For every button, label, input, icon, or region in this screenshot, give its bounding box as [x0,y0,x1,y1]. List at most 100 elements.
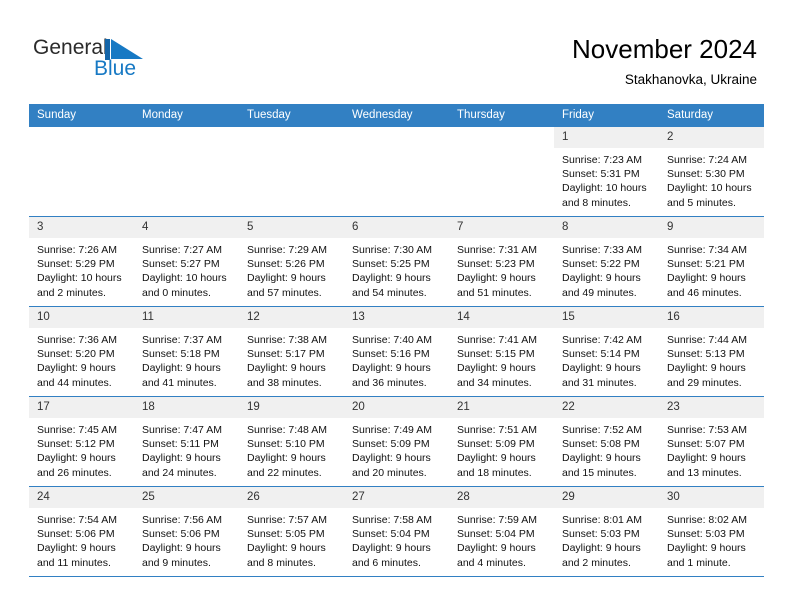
calendar-day-cell[interactable]: 29 Sunrise: 8:01 AM Sunset: 5:03 PM Dayligh… [554,486,659,577]
day-number: 18 [134,397,239,418]
day-number: 19 [239,397,344,418]
daylight-duration-line2: and 0 minutes. [142,286,211,299]
calendar-day-cell[interactable]: 22 Sunrise: 7:52 AM Sunset: 5:08 PM Dayligh… [554,396,659,487]
day-sun-info: Sunrise: 7:36 AM Sunset: 5:20 PM Daylight:… [29,328,134,390]
day-sun-info: Sunrise: 7:31 AM Sunset: 5:23 PM Daylight:… [449,238,554,300]
calendar-day-cell[interactable]: 2 Sunrise: 7:24 AM Sunset: 5:30 PM Daylight… [659,127,764,217]
day-number: 5 [239,217,344,238]
brand-name-blue: Blue [94,57,137,80]
daylight-duration-line2: and 4 minutes. [457,556,526,569]
page-subtitle: Stakhanovka, Ukraine [624,72,757,87]
calendar-day-cell[interactable]: 6 Sunrise: 7:30 AM Sunset: 5:25 PM Daylight… [344,216,449,307]
calendar-day-cell[interactable]: 23 Sunrise: 7:53 AM Sunset: 5:07 PM Dayligh… [659,396,764,487]
daylight-duration-line1: Daylight: 10 hours [562,182,647,195]
day-sun-info: Sunrise: 7:51 AM Sunset: 5:09 PM Daylight:… [449,418,554,480]
calendar-day-cell[interactable]: 10 Sunrise: 7:36 AM Sunset: 5:20 PM Dayligh… [29,306,134,397]
weekday-header-wednesday: Wednesday [344,104,449,127]
calendar-day-cell[interactable]: 26 Sunrise: 7:57 AM Sunset: 5:05 PM Dayligh… [239,486,344,577]
calendar-body: 1 Sunrise: 7:23 AM Sunset: 5:31 PM Daylight… [29,127,764,577]
daylight-duration-line1: Daylight: 9 hours [352,542,431,555]
day-sun-info: Sunrise: 7:37 AM Sunset: 5:18 PM Daylight:… [134,328,239,390]
sunrise-time: Sunrise: 7:53 AM [667,424,747,436]
sunrise-time: Sunrise: 7:24 AM [667,154,747,166]
calendar-day-cell[interactable]: 9 Sunrise: 7:34 AM Sunset: 5:21 PM Daylight… [659,216,764,307]
day-sun-info: Sunrise: 7:38 AM Sunset: 5:17 PM Daylight:… [239,328,344,390]
day-number: 6 [344,217,449,238]
calendar-day-cell[interactable]: 28 Sunrise: 7:59 AM Sunset: 5:04 PM Dayligh… [449,486,554,577]
sunrise-time: Sunrise: 7:31 AM [457,244,537,256]
calendar-day-cell[interactable]: 27 Sunrise: 7:58 AM Sunset: 5:04 PM Dayligh… [344,486,449,577]
sunrise-time: Sunrise: 7:40 AM [352,334,432,346]
day-number: 16 [659,307,764,328]
calendar-day-cell[interactable]: 24 Sunrise: 7:54 AM Sunset: 5:06 PM Dayligh… [29,486,134,577]
day-number: 4 [134,217,239,238]
day-sun-info: Sunrise: 7:58 AM Sunset: 5:04 PM Daylight:… [344,508,449,570]
daylight-duration-line2: and 8 minutes. [247,556,316,569]
calendar-day-cell[interactable]: 12 Sunrise: 7:38 AM Sunset: 5:17 PM Dayligh… [239,306,344,397]
weekday-header-friday: Friday [554,104,659,127]
sunset-time: Sunset: 5:18 PM [142,348,220,361]
calendar-day-cell[interactable]: 17 Sunrise: 7:45 AM Sunset: 5:12 PM Dayligh… [29,396,134,487]
daylight-duration-line1: Daylight: 9 hours [667,452,746,465]
sunset-time: Sunset: 5:03 PM [562,528,640,541]
daylight-duration-line1: Daylight: 9 hours [457,272,536,285]
daylight-duration-line1: Daylight: 9 hours [457,542,536,555]
calendar-day-cell[interactable]: 25 Sunrise: 7:56 AM Sunset: 5:06 PM Dayligh… [134,486,239,577]
weekday-header-thursday: Thursday [449,104,554,127]
daylight-duration-line2: and 13 minutes. [667,466,742,479]
calendar-day-cell[interactable]: 30 Sunrise: 8:02 AM Sunset: 5:03 PM Dayligh… [659,486,764,577]
sunset-time: Sunset: 5:12 PM [37,438,115,451]
day-sun-info: Sunrise: 7:27 AM Sunset: 5:27 PM Daylight:… [134,238,239,300]
daylight-duration-line2: and 6 minutes. [352,556,421,569]
sunrise-time: Sunrise: 7:57 AM [247,514,327,526]
calendar-day-cell[interactable]: 7 Sunrise: 7:31 AM Sunset: 5:23 PM Daylight… [449,216,554,307]
sunrise-time: Sunrise: 7:37 AM [142,334,222,346]
daylight-duration-line1: Daylight: 9 hours [667,362,746,375]
day-number: 9 [659,217,764,238]
day-number: 12 [239,307,344,328]
sunset-time: Sunset: 5:04 PM [352,528,430,541]
calendar-day-cell[interactable]: 20 Sunrise: 7:49 AM Sunset: 5:09 PM Dayligh… [344,396,449,487]
calendar-day-cell[interactable]: 1 Sunrise: 7:23 AM Sunset: 5:31 PM Daylight… [554,127,659,217]
daylight-duration-line2: and 46 minutes. [667,286,742,299]
sunrise-time: Sunrise: 7:44 AM [667,334,747,346]
daylight-duration-line1: Daylight: 9 hours [352,362,431,375]
day-number: 17 [29,397,134,418]
calendar-day-cell[interactable]: 18 Sunrise: 7:47 AM Sunset: 5:11 PM Dayligh… [134,396,239,487]
daylight-duration-line1: Daylight: 9 hours [667,272,746,285]
calendar-day-cell[interactable]: 19 Sunrise: 7:48 AM Sunset: 5:10 PM Dayligh… [239,396,344,487]
calendar-day-cell[interactable]: 21 Sunrise: 7:51 AM Sunset: 5:09 PM Dayligh… [449,396,554,487]
calendar-day-cell[interactable]: 4 Sunrise: 7:27 AM Sunset: 5:27 PM Daylight… [134,216,239,307]
daylight-duration-line2: and 22 minutes. [247,466,322,479]
sunset-time: Sunset: 5:29 PM [37,258,115,271]
sunset-time: Sunset: 5:06 PM [37,528,115,541]
calendar-day-cell[interactable]: 14 Sunrise: 7:41 AM Sunset: 5:15 PM Dayligh… [449,306,554,397]
sunrise-time: Sunrise: 8:02 AM [667,514,747,526]
calendar-day-cell[interactable]: 11 Sunrise: 7:37 AM Sunset: 5:18 PM Dayligh… [134,306,239,397]
sunset-time: Sunset: 5:11 PM [142,438,219,451]
sunset-time: Sunset: 5:13 PM [667,348,745,361]
sunset-time: Sunset: 5:16 PM [352,348,430,361]
brand-logo[interactable]: General Blue [33,36,233,84]
calendar-week-row: 17 Sunrise: 7:45 AM Sunset: 5:12 PM Dayligh… [29,396,764,487]
calendar-day-cell[interactable]: 8 Sunrise: 7:33 AM Sunset: 5:22 PM Daylight… [554,216,659,307]
calendar-day-cell[interactable]: 3 Sunrise: 7:26 AM Sunset: 5:29 PM Daylight… [29,216,134,307]
day-number: 30 [659,487,764,508]
sunset-time: Sunset: 5:03 PM [667,528,745,541]
sunrise-time: Sunrise: 7:56 AM [142,514,222,526]
daylight-duration-line1: Daylight: 9 hours [352,452,431,465]
sunrise-time: Sunrise: 7:52 AM [562,424,642,436]
sunrise-time: Sunrise: 7:58 AM [352,514,432,526]
sunrise-time: Sunrise: 7:54 AM [37,514,117,526]
day-number: 24 [29,487,134,508]
calendar-day-cell[interactable]: 5 Sunrise: 7:29 AM Sunset: 5:26 PM Daylight… [239,216,344,307]
calendar-day-cell[interactable]: 13 Sunrise: 7:40 AM Sunset: 5:16 PM Dayligh… [344,306,449,397]
sunset-time: Sunset: 5:30 PM [667,168,745,181]
day-sun-info: Sunrise: 7:45 AM Sunset: 5:12 PM Daylight:… [29,418,134,480]
sunset-time: Sunset: 5:07 PM [667,438,745,451]
day-number: 2 [659,127,764,148]
weekday-header-monday: Monday [134,104,239,127]
sunrise-time: Sunrise: 7:27 AM [142,244,222,256]
calendar-day-cell[interactable]: 16 Sunrise: 7:44 AM Sunset: 5:13 PM Dayligh… [659,306,764,397]
calendar-day-cell[interactable]: 15 Sunrise: 7:42 AM Sunset: 5:14 PM Dayligh… [554,306,659,397]
